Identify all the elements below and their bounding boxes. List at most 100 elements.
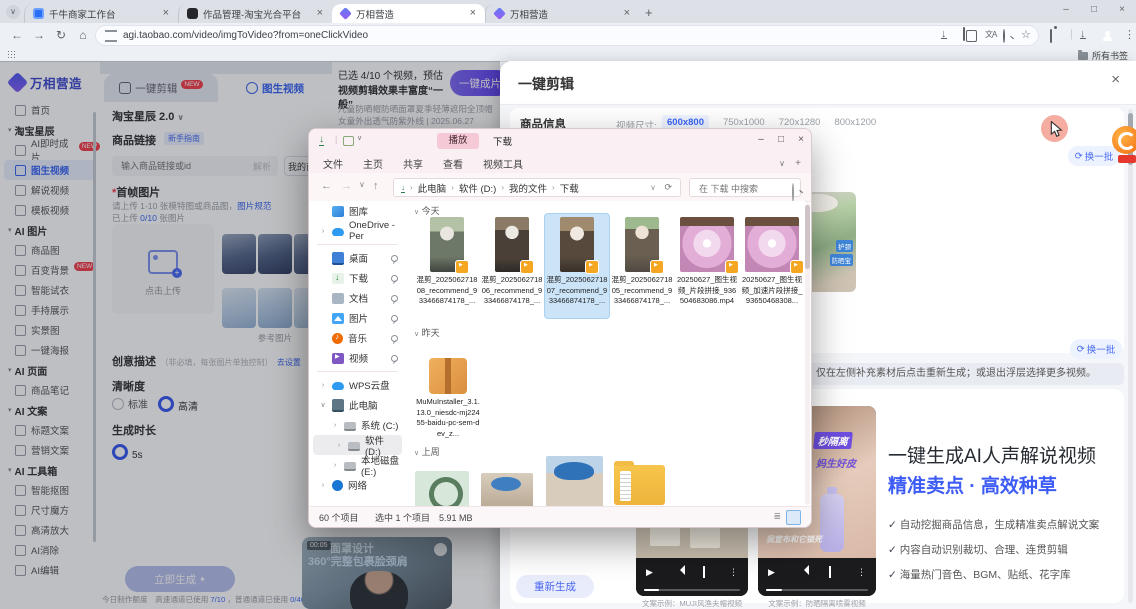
explorer-close[interactable]: × <box>791 129 811 151</box>
tab-close-icon[interactable]: × <box>469 8 477 19</box>
explorer-sidebar-item[interactable]: 文档 <box>309 288 406 308</box>
floating-promo-badge[interactable] <box>1112 126 1136 154</box>
copy-icon[interactable] <box>963 28 965 40</box>
explorer-sidebar-item[interactable]: 图片 <box>309 308 406 328</box>
explorer-sidebar-item[interactable]: 图库 <box>309 201 406 221</box>
qa-tool-icon[interactable] <box>343 136 354 146</box>
file-tile[interactable]: 混剪_202506271807_recommend_933466874178_.… <box>545 214 609 318</box>
zoom-icon[interactable] <box>1003 30 1005 42</box>
nav-up-icon[interactable]: ↑ <box>373 180 379 192</box>
tab-close-icon[interactable]: × <box>623 8 631 19</box>
explorer-sidebar-item[interactable]: ∨此电脑 <box>309 395 406 415</box>
play-icon[interactable]: ▶ <box>768 567 775 578</box>
file-tile-image[interactable] <box>546 456 603 507</box>
file-tile[interactable]: 混剪_202506271808_recommend_933466874178_.… <box>415 214 479 318</box>
size-option[interactable]: 720x1280 <box>779 117 821 128</box>
bookmark-star-icon[interactable]: ☆ <box>1021 28 1031 41</box>
home-icon[interactable]: ⌂ <box>74 26 92 44</box>
file-tile[interactable]: 20250627_图生视频_加速片段拼接_93650468308... <box>740 214 804 318</box>
menu-video-tools[interactable]: 视频工具 <box>483 156 523 171</box>
file-tile-mumu[interactable]: MuMuInstaller_3.1.13.0_niesdc-mj22455-ba… <box>415 336 481 441</box>
crumb-this-pc[interactable]: 此电脑 <box>418 181 447 195</box>
menu-home[interactable]: 主页 <box>363 156 383 171</box>
explorer-sidebar-item[interactable]: ›WPS云盘 <box>309 375 406 395</box>
fullscreen-icon[interactable] <box>703 567 705 577</box>
explorer-minimize[interactable]: – <box>751 129 771 151</box>
file-tile[interactable]: 混剪_202506271805_recommend_933466874178_.… <box>610 214 674 318</box>
explorer-search-input[interactable] <box>697 183 787 195</box>
fullscreen-icon[interactable] <box>829 567 831 577</box>
size-option[interactable]: 750x1000 <box>723 117 765 128</box>
crumb-downloads[interactable]: 下载 <box>560 181 579 195</box>
file-tile[interactable]: 混剪_202506271806_recommend_933466874178_.… <box>480 214 544 318</box>
explorer-maximize[interactable]: □ <box>771 129 791 151</box>
size-option[interactable]: 800x1200 <box>834 117 876 128</box>
volume-icon[interactable] <box>801 567 803 577</box>
download-page-icon[interactable]: ↓ <box>941 28 947 39</box>
forward-icon[interactable]: → <box>30 26 48 44</box>
browser-tab[interactable]: 千牛商家工作台× <box>24 4 178 23</box>
menu-view[interactable]: 查看 <box>443 156 463 171</box>
menu-file[interactable]: 文件 <box>323 156 343 171</box>
browser-tab[interactable]: 作品管理-淘宝光合平台× <box>178 4 332 23</box>
back-icon[interactable]: ← <box>8 26 26 44</box>
url-text[interactable]: agi.taobao.com/video/imgToVideo?from=one… <box>123 30 368 41</box>
nav-back-icon[interactable]: ← <box>321 180 332 192</box>
minimize-button[interactable]: – <box>1052 0 1080 20</box>
explorer-titlebar[interactable]: ↓ | ∨ 播放 下载 – □ × <box>309 129 811 153</box>
browser-menu-icon[interactable]: ⋮ <box>1124 28 1135 41</box>
list-view-icon[interactable]: ≣ <box>773 511 781 522</box>
close-button[interactable]: × <box>1108 0 1136 20</box>
explorer-sidebar-item[interactable]: ›OneDrive - Per <box>309 221 406 241</box>
quick-access-download-icon[interactable]: ↓ <box>319 134 324 146</box>
nav-forward-icon[interactable]: → <box>341 180 352 192</box>
panel-close-icon[interactable]: × <box>1111 71 1120 88</box>
extensions-icon[interactable] <box>1050 30 1052 42</box>
explorer-search-box[interactable] <box>689 178 801 197</box>
swap-batch-button[interactable]: ⟳换一批 <box>1070 339 1122 359</box>
file-tile-image[interactable] <box>415 471 469 507</box>
file-tile-image[interactable] <box>481 473 533 507</box>
tab-close-icon[interactable]: × <box>162 8 170 19</box>
qa-chevron-icon[interactable]: ∨ <box>357 134 362 142</box>
maximize-button[interactable]: □ <box>1080 0 1108 20</box>
refresh-icon[interactable]: ⟳ <box>664 182 672 193</box>
browser-tab[interactable]: 万相营造× <box>485 4 639 23</box>
progress-bar[interactable] <box>766 589 868 591</box>
thumbnail-view-icon[interactable] <box>786 510 801 525</box>
breadcrumb[interactable]: ↓ ›此电脑 ›软件 (D:) ›我的文件 ›下载 ∨ ⟳ <box>393 178 681 197</box>
floating-promo-tag[interactable] <box>1118 155 1136 163</box>
reload-icon[interactable]: ↻ <box>52 26 70 44</box>
crumb-dropdown-icon[interactable]: ∨ <box>650 183 656 192</box>
menu-share[interactable]: 共享 <box>403 156 423 171</box>
play-icon[interactable]: ▶ <box>646 567 653 578</box>
explorer-play-tab[interactable]: 播放 <box>437 133 479 149</box>
progress-bar[interactable] <box>644 589 740 591</box>
omnibox[interactable]: agi.taobao.com/video/imgToVideo?from=one… <box>96 26 1038 45</box>
apps-grid-icon[interactable] <box>8 51 9 52</box>
browser-tab[interactable]: 万相营造× <box>332 4 485 23</box>
explorer-sidebar-item[interactable]: 音乐 <box>309 328 406 348</box>
explorer-sidebar-item[interactable]: ›本地磁盘 (E:) <box>309 455 406 475</box>
translate-icon[interactable]: 文A <box>985 28 996 40</box>
player-menu-icon[interactable]: ⋮ <box>729 567 738 578</box>
player-menu-icon[interactable]: ⋮ <box>857 567 866 578</box>
ribbon-expand-icon[interactable]: ∨ <box>779 159 785 168</box>
downloads-icon[interactable]: ↓ <box>1080 28 1086 39</box>
explorer-sidebar-item[interactable]: 桌面 <box>309 248 406 268</box>
explorer-sidebar-item[interactable]: ›网络 <box>309 475 406 495</box>
explorer-sidebar-item[interactable]: 视频 <box>309 348 406 368</box>
site-settings-icon[interactable] <box>105 30 117 42</box>
crumb-drive-d[interactable]: 软件 (D:) <box>459 181 496 195</box>
explorer-sidebar-item[interactable]: 下载 <box>309 268 406 288</box>
tab-close-icon[interactable]: × <box>316 8 324 19</box>
file-tile-zip-folder[interactable] <box>614 465 665 505</box>
explorer-scrollbar-thumb[interactable] <box>805 205 810 269</box>
panel-scrollbar-track[interactable] <box>1128 109 1133 603</box>
tab-search-chevron-icon[interactable]: ∨ <box>6 5 20 19</box>
volume-icon[interactable] <box>677 567 679 577</box>
file-tile[interactable]: 20250627_图生视频_片段拼接_936504683086.mp4 <box>675 214 739 318</box>
swap-batch-button[interactable]: ⟳换一批 <box>1068 146 1120 166</box>
regenerate-button[interactable]: 重新生成 <box>516 575 594 598</box>
crumb-my-files[interactable]: 我的文件 <box>509 181 547 195</box>
